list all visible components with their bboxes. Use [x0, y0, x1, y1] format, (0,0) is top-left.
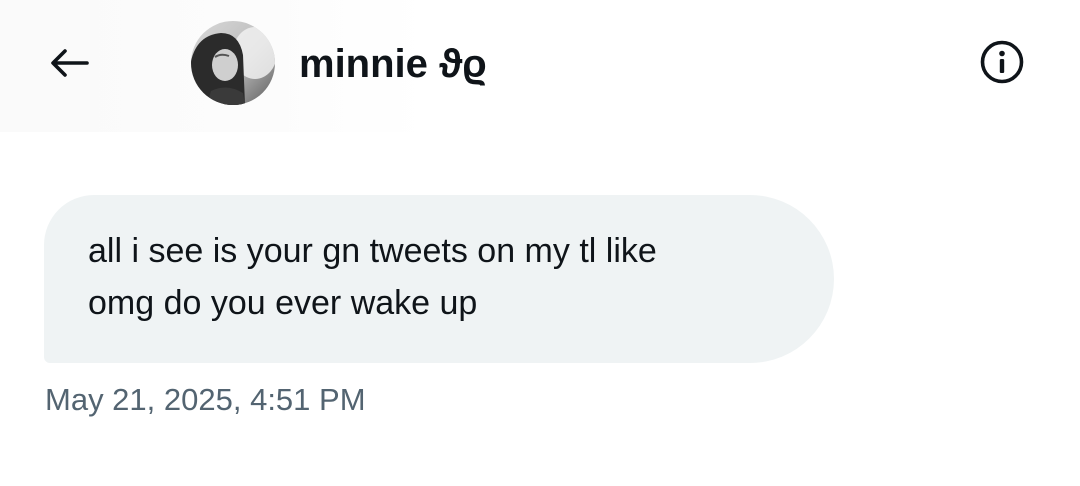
- info-button[interactable]: [975, 37, 1029, 91]
- message-line: omg do you ever wake up: [88, 284, 478, 322]
- avatar[interactable]: [191, 21, 275, 105]
- received-message-bubble[interactable]: all i see is your gn tweets on my tl lik…: [44, 195, 834, 363]
- message-line: all i see is your gn tweets on my tl lik…: [88, 232, 657, 270]
- message-timestamp: May 21, 2025, 4:51 PM: [45, 382, 366, 417]
- contact-name[interactable]: minnie ϑϱ: [299, 40, 487, 88]
- dm-conversation-screen: minnie ϑϱ all i see is your gn tweets on…: [0, 0, 1080, 486]
- arrow-left-icon: [48, 46, 90, 85]
- back-button[interactable]: [40, 38, 98, 92]
- info-circle-icon: [979, 39, 1025, 90]
